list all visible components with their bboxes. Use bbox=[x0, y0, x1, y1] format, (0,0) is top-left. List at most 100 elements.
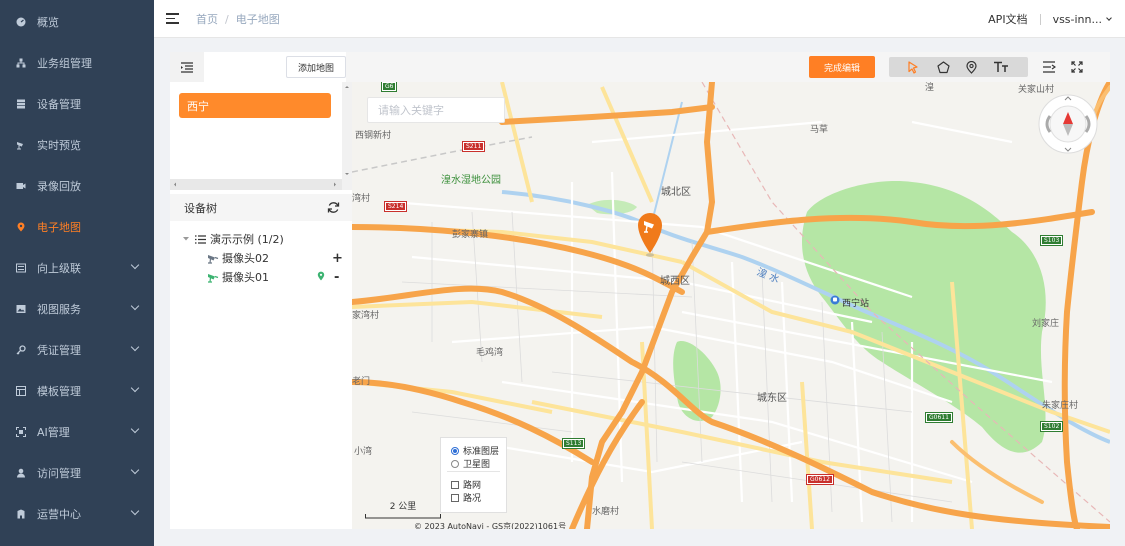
layer-option-satellite[interactable]: 卫星图 bbox=[451, 457, 490, 470]
sidebar-item[interactable]: 电子地图 bbox=[0, 206, 154, 247]
collapse-right-icon[interactable] bbox=[1039, 57, 1059, 77]
radio-unchecked-icon[interactable] bbox=[451, 459, 459, 468]
layer-label: 路况 bbox=[463, 494, 482, 504]
map-label: 湟水湿地公园 bbox=[441, 175, 501, 186]
map-label: 西钢新村 bbox=[355, 131, 392, 141]
sidebar-item-label: 凭证管理 bbox=[37, 343, 81, 357]
checkbox-unchecked-icon[interactable] bbox=[451, 480, 459, 489]
tree-device-node[interactable]: 摄像头02 + bbox=[207, 250, 347, 266]
map-editor-card: 添加地图 完成编辑 西宁 设备树 演示示例 (1/2) 摄像头02 + 摄像头0… bbox=[170, 52, 1110, 529]
layer-option-standard[interactable]: 标准图层 bbox=[451, 444, 499, 457]
api-docs-link[interactable]: API文档 bbox=[988, 11, 1027, 27]
sidebar-item-label: 模板管理 bbox=[37, 384, 81, 398]
sidebar-item[interactable]: 凭证管理 bbox=[0, 329, 154, 370]
sidebar-item-label: 概览 bbox=[37, 15, 59, 29]
sidebar-item[interactable]: 访问管理 bbox=[0, 452, 154, 493]
device-name: 摄像头01 bbox=[222, 271, 269, 284]
checkbox-unchecked-icon[interactable] bbox=[451, 493, 459, 502]
breadcrumb-home[interactable]: 首页 bbox=[196, 13, 218, 26]
breadcrumb: 首页 / 电子地图 bbox=[196, 11, 280, 27]
sidebar-item-label: 运营中心 bbox=[37, 507, 81, 521]
map-label: 城北区 bbox=[661, 187, 691, 198]
add-map-button[interactable]: 添加地图 bbox=[286, 56, 346, 78]
sidebar-item-label: 向上级联 bbox=[37, 261, 81, 275]
sidebar-item-label: 视图服务 bbox=[37, 302, 81, 316]
marker-tool-icon[interactable] bbox=[957, 57, 985, 77]
road-shield: S102 bbox=[1039, 421, 1064, 432]
layer-label: 路网 bbox=[463, 481, 482, 491]
dashboard-icon bbox=[16, 17, 26, 27]
sidebar-item[interactable]: 视图服务 bbox=[0, 288, 154, 329]
camera-marker-icon[interactable] bbox=[637, 212, 663, 258]
map-label: 湟 bbox=[925, 83, 935, 93]
scale-bar: 2 公里 bbox=[365, 499, 441, 522]
compass-control[interactable] bbox=[1038, 94, 1098, 154]
camera-online-icon bbox=[208, 273, 219, 283]
map-label: 毛鸡湾 bbox=[476, 348, 504, 358]
chevron-down-icon bbox=[1106, 14, 1112, 21]
map-search-input[interactable] bbox=[367, 97, 505, 123]
pointer-tool-icon[interactable] bbox=[899, 57, 927, 77]
chevron-down-icon bbox=[130, 506, 140, 516]
sidebar-item[interactable]: 实时预览 bbox=[0, 124, 154, 165]
refresh-icon[interactable] bbox=[327, 201, 340, 214]
map-label: 彭家寨镇 bbox=[452, 230, 489, 240]
sidebar-item-label: 访问管理 bbox=[37, 466, 81, 480]
tree-device-node[interactable]: 摄像头01 - bbox=[207, 269, 347, 285]
polygon-tool-icon[interactable] bbox=[929, 57, 957, 77]
sidebar-item[interactable]: 模板管理 bbox=[0, 370, 154, 411]
sidebar-item[interactable]: 录像回放 bbox=[0, 165, 154, 206]
left-panel: 西宁 设备树 演示示例 (1/2) 摄像头02 + 摄像头01 - bbox=[170, 82, 352, 529]
user-icon bbox=[16, 468, 26, 478]
top-header: 首页 / 电子地图 API文档 vss-inn... bbox=[154, 0, 1125, 38]
key-icon bbox=[16, 344, 26, 355]
add-device-to-map-button[interactable]: + bbox=[332, 251, 343, 266]
collapse-menu-icon[interactable] bbox=[166, 13, 179, 24]
sidebar-item[interactable]: 概览 bbox=[0, 1, 154, 42]
layer-divider bbox=[447, 471, 500, 472]
sidebar-item[interactable]: 向上级联 bbox=[0, 247, 154, 288]
user-name: vss-inn... bbox=[1052, 12, 1102, 26]
finish-edit-button[interactable]: 完成编辑 bbox=[809, 56, 875, 78]
road-shield: S214 bbox=[383, 201, 408, 212]
sidebar-item-label: 业务组管理 bbox=[37, 56, 92, 70]
caret-down-icon[interactable] bbox=[182, 236, 190, 242]
road-shield: S211 bbox=[461, 141, 486, 152]
layer-option-roadnet[interactable]: 路网 bbox=[451, 478, 481, 491]
radio-checked-icon[interactable] bbox=[451, 446, 459, 455]
map-label: 城东区 bbox=[757, 393, 787, 404]
chevron-down-icon bbox=[130, 260, 140, 270]
video-icon bbox=[16, 181, 26, 191]
map-label: 西宁站 bbox=[842, 299, 870, 309]
device-name: 摄像头02 bbox=[222, 252, 269, 265]
breadcrumb-separator: / bbox=[225, 12, 229, 26]
map-copyright: © 2023 AutoNavi - GS京(2022)1061号 bbox=[414, 522, 567, 529]
map-label: 城西区 bbox=[660, 276, 690, 287]
map-list-horizontal-scrollbar[interactable] bbox=[170, 179, 342, 190]
map-label: 老门 bbox=[352, 377, 371, 387]
compass-icon[interactable] bbox=[1038, 94, 1098, 154]
sidebar-item[interactable]: 运营中心 bbox=[0, 493, 154, 534]
sidebar-item[interactable]: AI管理 bbox=[0, 411, 154, 452]
map-item-selected[interactable]: 西宁 bbox=[179, 93, 331, 118]
map-label: 家湾村 bbox=[352, 311, 380, 321]
map-list-vertical-scrollbar[interactable] bbox=[342, 82, 352, 190]
building-icon bbox=[16, 509, 26, 519]
train-station-icon bbox=[830, 295, 840, 305]
layer-option-traffic[interactable]: 路况 bbox=[451, 491, 481, 504]
remove-device-from-map-button[interactable]: - bbox=[334, 270, 339, 285]
toggle-panel-icon[interactable] bbox=[170, 52, 204, 82]
map-view[interactable]: 西钢新村 马草 关家山村 湟 湟水湿地公园 城北区 湾村 彭家寨镇 城西区 湟 … bbox=[352, 82, 1110, 529]
user-menu[interactable]: vss-inn... bbox=[1052, 12, 1112, 26]
located-pin-icon bbox=[317, 271, 325, 281]
chevron-down-icon bbox=[130, 424, 140, 434]
chevron-down-icon bbox=[130, 383, 140, 393]
road-shield: G0612 bbox=[806, 474, 834, 485]
map-label: 马草 bbox=[810, 125, 829, 135]
sidebar-item[interactable]: 业务组管理 bbox=[0, 42, 154, 83]
tree-group-node[interactable]: 演示示例 (1/2) bbox=[182, 231, 284, 247]
scale-line bbox=[365, 514, 441, 519]
sidebar-item[interactable]: 设备管理 bbox=[0, 83, 154, 124]
fullscreen-icon[interactable] bbox=[1067, 57, 1087, 77]
text-tool-icon[interactable] bbox=[987, 57, 1015, 77]
